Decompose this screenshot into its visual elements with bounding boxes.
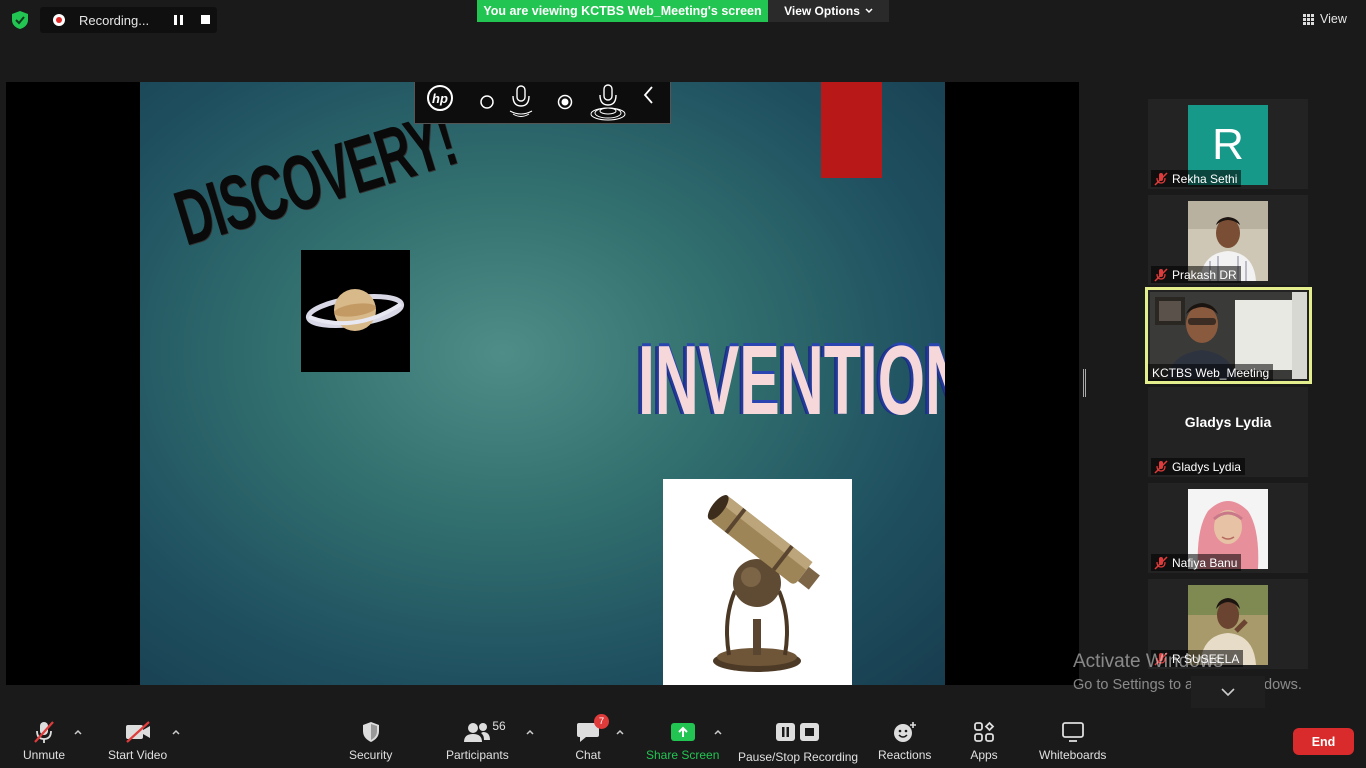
share-screen-label: Share Screen	[646, 748, 720, 762]
pause-stop-recording-label: Pause/Stop Recording	[738, 750, 859, 764]
stop-recording-icon[interactable]	[201, 15, 210, 24]
whiteboard-icon	[1061, 722, 1084, 742]
telescope-image	[663, 479, 852, 685]
chevron-down-icon	[1221, 688, 1235, 696]
start-video-button[interactable]: Start Video	[108, 720, 167, 762]
view-options-button[interactable]: View Options	[768, 0, 889, 22]
reactions-button[interactable]: Reactions	[878, 720, 931, 762]
recording-indicator: Recording...	[40, 7, 217, 33]
participant-tile[interactable]: Nafiya Banu	[1148, 483, 1308, 573]
participant-name-tag: Rekha Sethi	[1151, 170, 1242, 187]
mic-muted-icon	[1154, 459, 1168, 474]
participant-name-tag: Gladys Lydia	[1151, 458, 1245, 475]
participants-count: 56	[492, 719, 506, 733]
chat-button[interactable]: 7 Chat	[573, 714, 609, 762]
presentation-slide: DISCOVERY! hp INVENTION	[140, 82, 945, 685]
chat-label: Chat	[575, 748, 601, 762]
encryption-shield-icon[interactable]	[10, 10, 30, 30]
invention-heading: INVENTION	[638, 325, 945, 435]
participant-name: Nafiya Banu	[1172, 555, 1238, 570]
participant-tile[interactable]: Prakash DR	[1148, 195, 1308, 285]
chat-unread-badge: 7	[594, 714, 609, 729]
security-button[interactable]: Security	[349, 720, 392, 762]
reactions-label: Reactions	[878, 748, 932, 762]
mic-muted-icon	[1154, 555, 1168, 570]
shield-icon	[362, 722, 379, 742]
chevron-up-icon[interactable]	[73, 727, 83, 737]
participant-tile-active-speaker[interactable]: KCTBS Web_Meeting	[1145, 287, 1312, 384]
participant-name-tag: KCTBS Web_Meeting	[1148, 364, 1274, 381]
top-bar: Recording... You are viewing KCTBS Web_M…	[0, 0, 1366, 40]
presenter-toolbar[interactable]: hp	[414, 82, 671, 124]
viewing-screen-banner: You are viewing KCTBS Web_Meeting's scre…	[477, 0, 768, 22]
pause-recording-icon[interactable]	[174, 15, 184, 25]
participant-tile[interactable]: R Rekha Sethi	[1148, 99, 1308, 189]
end-meeting-button[interactable]: End	[1293, 728, 1354, 755]
view-button[interactable]: View	[1303, 9, 1347, 29]
participant-name: Rekha Sethi	[1172, 171, 1238, 186]
recording-dot-icon	[53, 14, 65, 26]
view-label: View	[1320, 12, 1347, 26]
participant-name-tag: Prakash DR	[1151, 266, 1241, 283]
circle-outline-icon[interactable]	[479, 94, 495, 110]
participants-label: Participants	[446, 748, 509, 762]
participant-name: KCTBS Web_Meeting	[1152, 365, 1270, 380]
hp-logo-icon: hp	[427, 85, 453, 111]
participant-name-tag: Nafiya Banu	[1151, 554, 1242, 571]
mic-muted-icon	[1154, 171, 1168, 186]
chevron-up-icon[interactable]	[525, 727, 535, 737]
saturn-image	[301, 250, 410, 372]
scroll-participants-down-button[interactable]	[1191, 676, 1265, 708]
chevron-up-icon[interactable]	[615, 727, 625, 737]
security-label: Security	[349, 748, 393, 762]
activate-windows-subtitle: Go to Settings to activate Windows.	[1073, 677, 1302, 693]
chevron-up-icon[interactable]	[713, 727, 723, 737]
mic-muted-icon	[34, 721, 54, 743]
meeting-toolbar: Unmute Start Video Security 56 Participa…	[0, 710, 1366, 768]
participants-button[interactable]: 56 Participants	[446, 719, 509, 762]
pause-stop-recording-icon	[776, 723, 820, 741]
whiteboards-label: Whiteboards	[1039, 748, 1107, 762]
participant-name: Gladys Lydia	[1172, 459, 1241, 474]
pause-stop-recording-button[interactable]: Pause/Stop Recording	[738, 720, 858, 764]
apps-button[interactable]: Apps	[969, 720, 999, 762]
whiteboards-button[interactable]: Whiteboards	[1039, 720, 1106, 762]
smiley-plus-icon	[893, 722, 916, 742]
red-decoration	[821, 82, 882, 178]
grid-view-icon	[1303, 13, 1314, 25]
unmute-button[interactable]: Unmute	[23, 720, 65, 762]
microphone-broadcast-icon[interactable]	[589, 83, 627, 121]
recording-label: Recording...	[79, 12, 150, 28]
shared-screen[interactable]: DISCOVERY! hp INVENTION	[6, 82, 1079, 685]
participants-icon	[464, 723, 491, 742]
activate-windows-title: Activate Windows	[1073, 651, 1223, 672]
chevron-left-icon[interactable]	[642, 85, 656, 105]
start-video-label: Start Video	[108, 748, 168, 762]
view-options-label: View Options	[784, 4, 860, 18]
mic-muted-icon	[1154, 267, 1168, 282]
participant-name: Prakash DR	[1172, 267, 1237, 282]
video-off-icon	[125, 721, 150, 743]
apps-icon	[974, 721, 995, 742]
chevron-down-icon	[865, 8, 873, 14]
radio-selected-icon[interactable]	[557, 94, 573, 110]
microphone-icon[interactable]	[507, 84, 535, 118]
unmute-label: Unmute	[23, 748, 66, 762]
chevron-up-icon[interactable]	[171, 727, 181, 737]
participant-display-name: Gladys Lydia	[1184, 414, 1272, 430]
share-screen-button[interactable]: Share Screen	[646, 720, 719, 762]
panel-resize-handle[interactable]	[1083, 369, 1086, 397]
apps-label: Apps	[970, 748, 998, 762]
share-screen-arrow-icon	[670, 723, 695, 741]
participant-tile[interactable]: Gladys Lydia Gladys Lydia	[1148, 387, 1308, 477]
